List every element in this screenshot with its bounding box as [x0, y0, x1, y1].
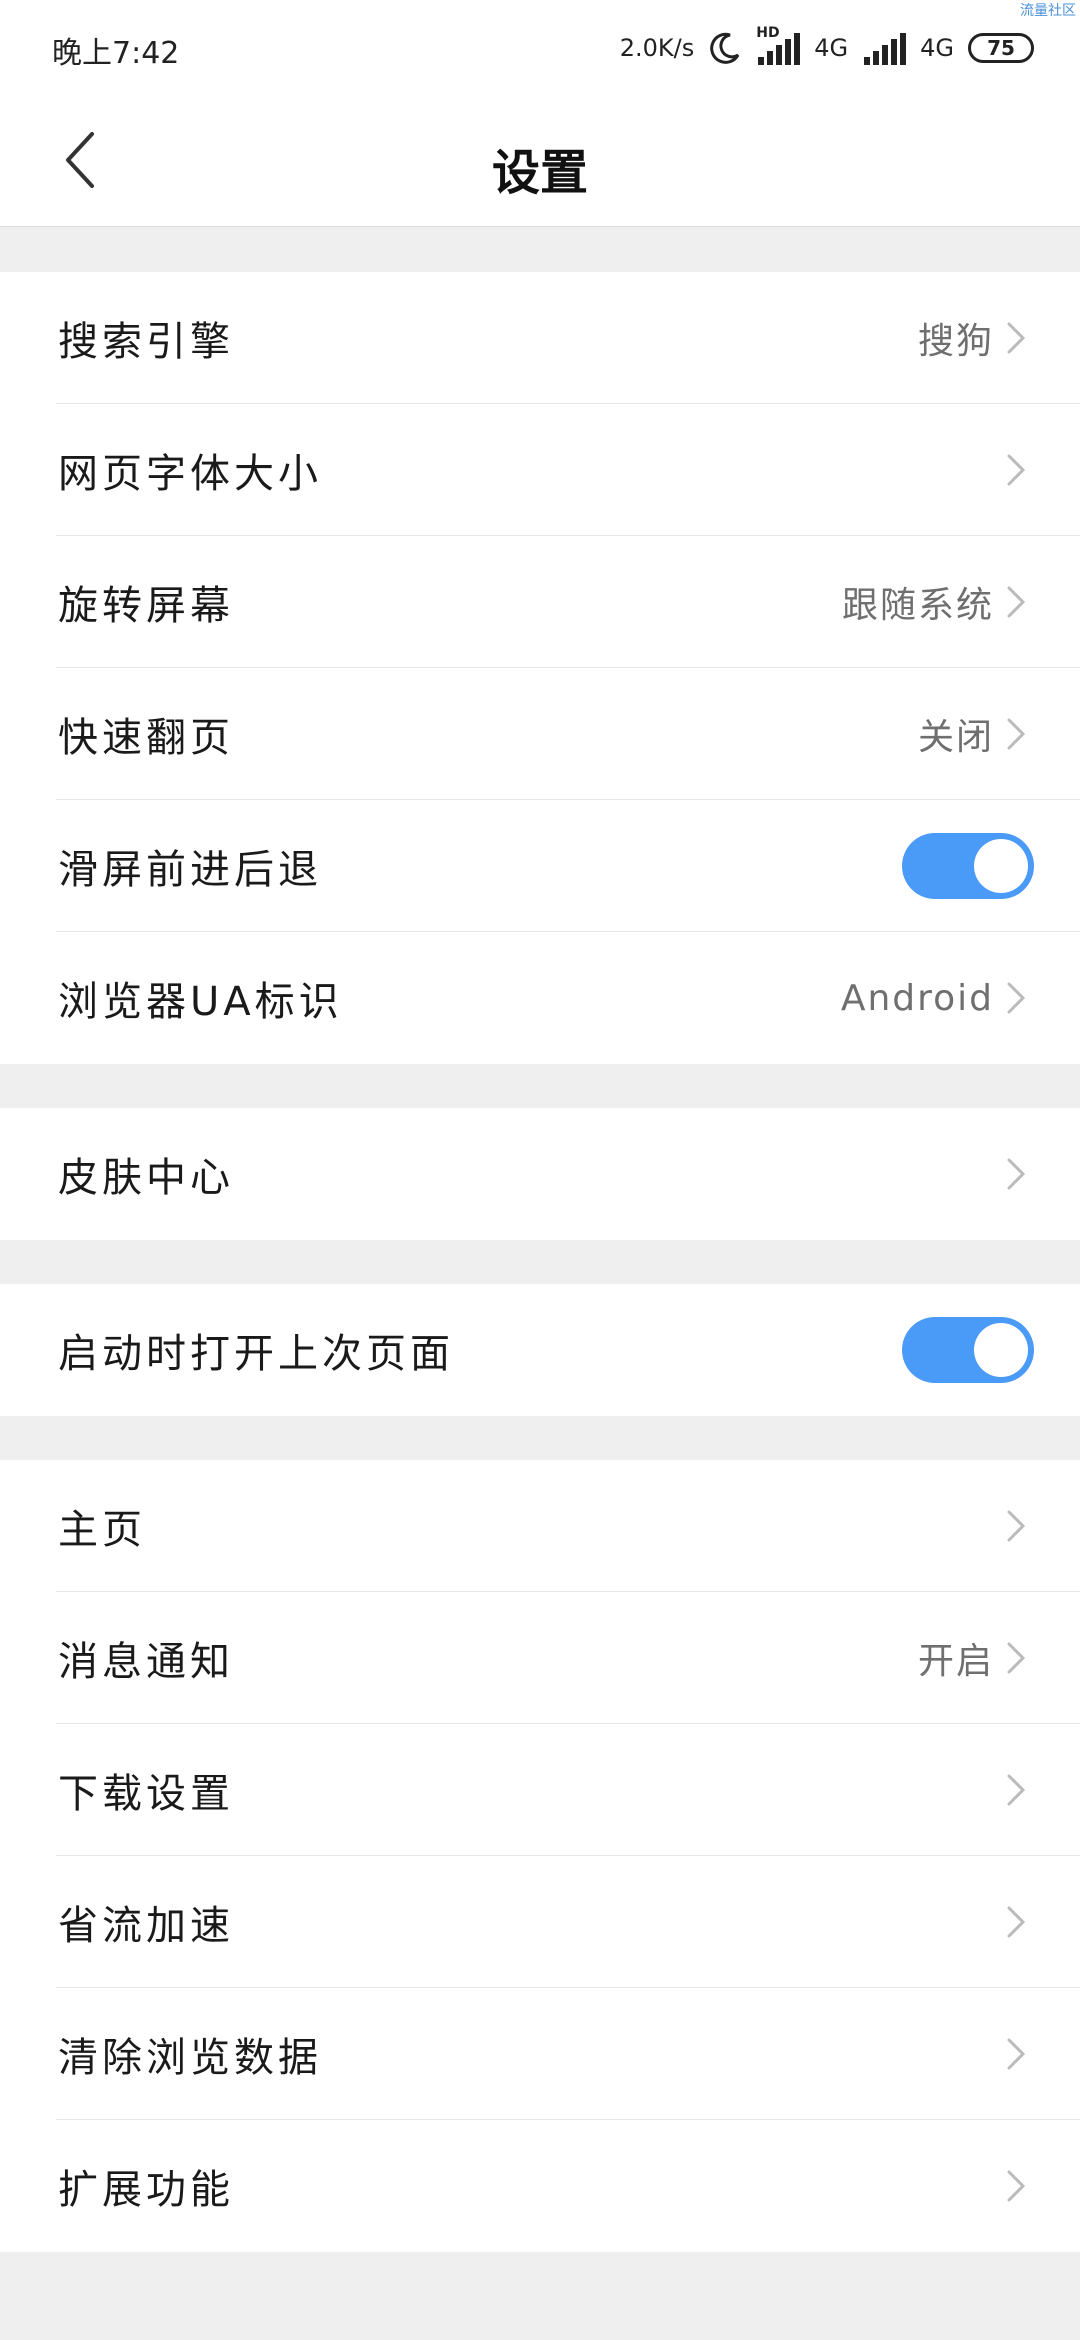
row-homepage[interactable]: 主页 [0, 1460, 1080, 1592]
net-speed: 2.0K/s [619, 34, 695, 62]
page-title: 设置 [491, 145, 588, 201]
chevron-right-icon [1007, 718, 1026, 750]
watermark: 流量社区 [1020, 3, 1076, 19]
settings-group-skin: 皮肤中心 [0, 1108, 1080, 1240]
restore-last-page-toggle[interactable] [902, 1317, 1034, 1383]
row-search-engine[interactable]: 搜索引擎 搜狗 [0, 272, 1080, 404]
row-label: 旋转屏幕 [58, 583, 234, 629]
chevron-right-icon [1007, 2038, 1026, 2070]
chevron-right-icon [1007, 586, 1026, 618]
chevron-right-icon [1007, 1906, 1026, 1938]
status-bar: 晚上7:42 2.0K/s HD 4G 4G 75 流量社区 [0, 0, 1080, 95]
hd-signal: HD [756, 25, 801, 65]
row-label: 清除浏览数据 [58, 2035, 322, 2081]
row-download-settings[interactable]: 下载设置 [0, 1724, 1080, 1856]
settings-group-startup: 启动时打开上次页面 [0, 1284, 1080, 1416]
row-extensions[interactable]: 扩展功能 [0, 2120, 1080, 2252]
row-clear-browsing-data[interactable]: 清除浏览数据 [0, 1988, 1080, 2120]
chevron-right-icon [1007, 1642, 1026, 1674]
row-value: 关闭 [917, 717, 994, 758]
settings-group-misc: 主页 消息通知 开启 下载设置 省流加速 清除浏览数据 扩展功能 [0, 1460, 1080, 2252]
row-restore-last-page: 启动时打开上次页面 [0, 1284, 1080, 1416]
row-swipe-navigation: 滑屏前进后退 [0, 800, 1080, 932]
chevron-right-icon [1007, 982, 1026, 1014]
row-rotate-screen[interactable]: 旋转屏幕 跟随系统 [0, 536, 1080, 668]
row-value: Android [840, 977, 994, 1019]
row-label: 浏览器UA标识 [58, 979, 343, 1025]
row-label: 网页字体大小 [58, 451, 322, 497]
row-label: 主页 [58, 1507, 146, 1553]
row-value: 开启 [917, 1641, 994, 1682]
header: 设置 [0, 95, 1080, 227]
status-time: 晚上7:42 [52, 36, 180, 71]
row-value: 跟随系统 [841, 585, 994, 626]
row-label: 省流加速 [58, 1903, 234, 1949]
chevron-right-icon [1007, 1510, 1026, 1542]
row-skin-center[interactable]: 皮肤中心 [0, 1108, 1080, 1240]
row-label: 皮肤中心 [58, 1155, 234, 1201]
network-type-2: 4G [920, 34, 954, 62]
row-font-size[interactable]: 网页字体大小 [0, 404, 1080, 536]
status-indicators: 2.0K/s HD 4G 4G 75 [619, 25, 1034, 70]
chevron-right-icon [1007, 322, 1026, 354]
toggle-knob [974, 1323, 1028, 1377]
row-label: 滑屏前进后退 [58, 847, 322, 893]
hd-label: HD [756, 25, 780, 41]
row-label: 搜索引擎 [58, 319, 234, 365]
row-label: 扩展功能 [58, 2167, 234, 2213]
row-notifications[interactable]: 消息通知 开启 [0, 1592, 1080, 1724]
swipe-navigation-toggle[interactable] [902, 833, 1034, 899]
chevron-right-icon [1007, 454, 1026, 486]
chevron-right-icon [1007, 1774, 1026, 1806]
toggle-knob [974, 839, 1028, 893]
moon-icon [710, 32, 740, 64]
chevron-right-icon [1007, 1158, 1026, 1190]
signal-icon-2 [864, 33, 907, 65]
row-label: 启动时打开上次页面 [58, 1331, 454, 1377]
row-value: 搜狗 [917, 321, 994, 362]
row-browser-ua[interactable]: 浏览器UA标识 Android [0, 932, 1080, 1064]
row-label: 快速翻页 [58, 715, 234, 761]
battery-icon: 75 [968, 33, 1034, 63]
row-label: 下载设置 [58, 1771, 234, 1817]
row-fast-page-turn[interactable]: 快速翻页 关闭 [0, 668, 1080, 800]
network-type-1: 4G [814, 34, 849, 62]
row-data-saver[interactable]: 省流加速 [0, 1856, 1080, 1988]
row-label: 消息通知 [58, 1639, 234, 1685]
chevron-right-icon [1007, 2170, 1026, 2202]
battery-level: 75 [987, 36, 1015, 60]
settings-group-general: 搜索引擎 搜狗 网页字体大小 旋转屏幕 跟随系统 快速翻页 关闭 滑屏前进后退 [0, 272, 1080, 1064]
